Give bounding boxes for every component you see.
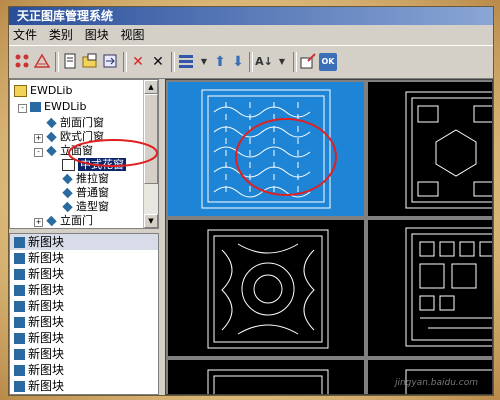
block-icon bbox=[14, 365, 25, 376]
folder-open-icon[interactable] bbox=[81, 53, 99, 71]
ok-icon[interactable]: OK bbox=[319, 53, 337, 71]
list-item[interactable]: 新图块 bbox=[10, 330, 158, 346]
tree-lib[interactable]: EWDLib bbox=[30, 100, 86, 114]
block-label: 新图块 bbox=[28, 267, 65, 281]
swap-icon[interactable] bbox=[101, 53, 119, 71]
arrow-down-icon[interactable]: ⬇ bbox=[229, 53, 247, 71]
tree-item-label: 剖面门窗 bbox=[60, 116, 104, 129]
scroll-down-icon[interactable]: ▼ bbox=[144, 214, 158, 228]
menu-block[interactable]: 图块 bbox=[81, 25, 113, 45]
tree-expander[interactable]: + bbox=[34, 134, 43, 143]
lattice-preview bbox=[207, 229, 329, 349]
toolbar-separator bbox=[55, 52, 59, 72]
block-icon bbox=[14, 301, 25, 312]
list-item[interactable]: 新图块 bbox=[10, 314, 158, 330]
list-item[interactable]: 新图块 bbox=[10, 346, 158, 362]
preview-tile[interactable] bbox=[168, 360, 364, 394]
dropdown-icon[interactable]: ▼ bbox=[273, 53, 291, 71]
tree-item[interactable]: 推拉窗 bbox=[62, 172, 109, 186]
folder-icon bbox=[14, 85, 27, 97]
block-icon bbox=[14, 237, 25, 248]
watermark: jingyan.baidu.com bbox=[394, 378, 478, 388]
grid-icon[interactable] bbox=[177, 53, 195, 71]
layout-icon[interactable] bbox=[13, 53, 31, 71]
toolbar-separator bbox=[123, 52, 127, 72]
sort-icon[interactable]: A↓ bbox=[255, 53, 273, 71]
insert-icon[interactable] bbox=[299, 53, 317, 71]
toolbar: ✕ ✕ ▼ ⬆ ⬇ A↓ ▼ OK bbox=[9, 45, 493, 79]
arrow-up-icon[interactable]: ⬆ bbox=[211, 53, 229, 71]
delete-red-icon[interactable]: ✕ bbox=[129, 53, 147, 71]
block-icon bbox=[14, 317, 25, 328]
tree-expander[interactable]: - bbox=[34, 148, 43, 157]
lattice-preview bbox=[405, 91, 492, 209]
tree-item[interactable]: 造型窗 bbox=[62, 200, 109, 214]
delete-black-icon[interactable]: ✕ bbox=[149, 53, 167, 71]
tree-root-label: EWDLib bbox=[30, 84, 73, 97]
diamond-icon bbox=[46, 145, 57, 157]
tree-lib-label: EWDLib bbox=[44, 100, 87, 113]
tree-item[interactable]: 剖面门窗 bbox=[46, 116, 104, 130]
diamond-icon bbox=[46, 131, 57, 143]
scroll-up-icon[interactable]: ▲ bbox=[144, 80, 158, 94]
tree-expander[interactable]: - bbox=[18, 104, 27, 113]
window-title: 天正图库管理系统 bbox=[9, 7, 493, 25]
diamond-icon bbox=[62, 187, 73, 199]
tree-item-label: 立面门 bbox=[60, 214, 93, 227]
block-icon bbox=[14, 285, 25, 296]
list-item[interactable]: 新图块 bbox=[10, 298, 158, 314]
toolbar-separator bbox=[249, 52, 253, 72]
toolbar-separator bbox=[171, 52, 175, 72]
list-item[interactable]: 新图块 bbox=[10, 378, 158, 394]
list-item[interactable]: 新图块 bbox=[10, 266, 158, 282]
list-item[interactable]: 新图块 bbox=[10, 250, 158, 266]
preview-tile[interactable] bbox=[368, 82, 492, 216]
tree-item-label: 造型窗 bbox=[76, 200, 109, 213]
lattice-preview bbox=[405, 227, 492, 347]
tree-root[interactable]: EWDLib bbox=[14, 84, 72, 98]
block-icon bbox=[14, 269, 25, 280]
lattice-preview bbox=[207, 369, 329, 394]
block-label: 新图块 bbox=[28, 235, 65, 249]
library-icon bbox=[30, 102, 41, 112]
block-label: 新图块 bbox=[28, 379, 65, 393]
block-label: 新图块 bbox=[28, 251, 65, 265]
menu-view[interactable]: 视图 bbox=[117, 25, 149, 45]
tree-item[interactable]: 普通窗 bbox=[62, 186, 109, 200]
red-highlight-circle bbox=[235, 118, 337, 196]
menu-bar: 文件 类别 图块 视图 bbox=[9, 25, 493, 45]
list-item[interactable]: 新图块 bbox=[10, 362, 158, 378]
block-icon bbox=[14, 253, 25, 264]
block-label: 新图块 bbox=[28, 347, 65, 361]
block-icon bbox=[14, 381, 25, 392]
tree-item-label: 推拉窗 bbox=[76, 172, 109, 185]
diamond-icon bbox=[62, 201, 73, 213]
tree-item[interactable]: 立面门 bbox=[46, 214, 93, 228]
block-label: 新图块 bbox=[28, 283, 65, 297]
diamond-icon bbox=[46, 215, 57, 227]
block-label: 新图块 bbox=[28, 331, 65, 345]
tree-item-label: 普通窗 bbox=[76, 186, 109, 199]
menu-file[interactable]: 文件 bbox=[9, 25, 41, 45]
block-icon bbox=[14, 349, 25, 360]
list-item[interactable]: 新图块 bbox=[10, 282, 158, 298]
block-list[interactable]: 新图块 新图块 新图块 新图块 新图块 新图块 新图块 新图块 新图块 新图块 bbox=[9, 233, 159, 395]
diamond-icon bbox=[46, 117, 57, 129]
menu-category[interactable]: 类别 bbox=[45, 25, 77, 45]
block-label: 新图块 bbox=[28, 299, 65, 313]
red-highlight-circle bbox=[68, 139, 158, 167]
triangle-icon[interactable] bbox=[33, 53, 51, 71]
tree-expander[interactable]: + bbox=[34, 218, 43, 227]
page-icon[interactable] bbox=[61, 53, 79, 71]
list-item[interactable]: 新图块 bbox=[10, 234, 158, 250]
block-icon bbox=[14, 333, 25, 344]
block-label: 新图块 bbox=[28, 315, 65, 329]
preview-tile[interactable] bbox=[368, 220, 492, 356]
block-label: 新图块 bbox=[28, 363, 65, 377]
diamond-icon bbox=[62, 173, 73, 185]
preview-tile[interactable] bbox=[168, 220, 364, 356]
app-window: 天正图库管理系统 文件 类别 图块 视图 ✕ ✕ ▼ ⬆ ⬇ A↓ ▼ OK E… bbox=[8, 6, 494, 396]
toolbar-separator bbox=[293, 52, 297, 72]
